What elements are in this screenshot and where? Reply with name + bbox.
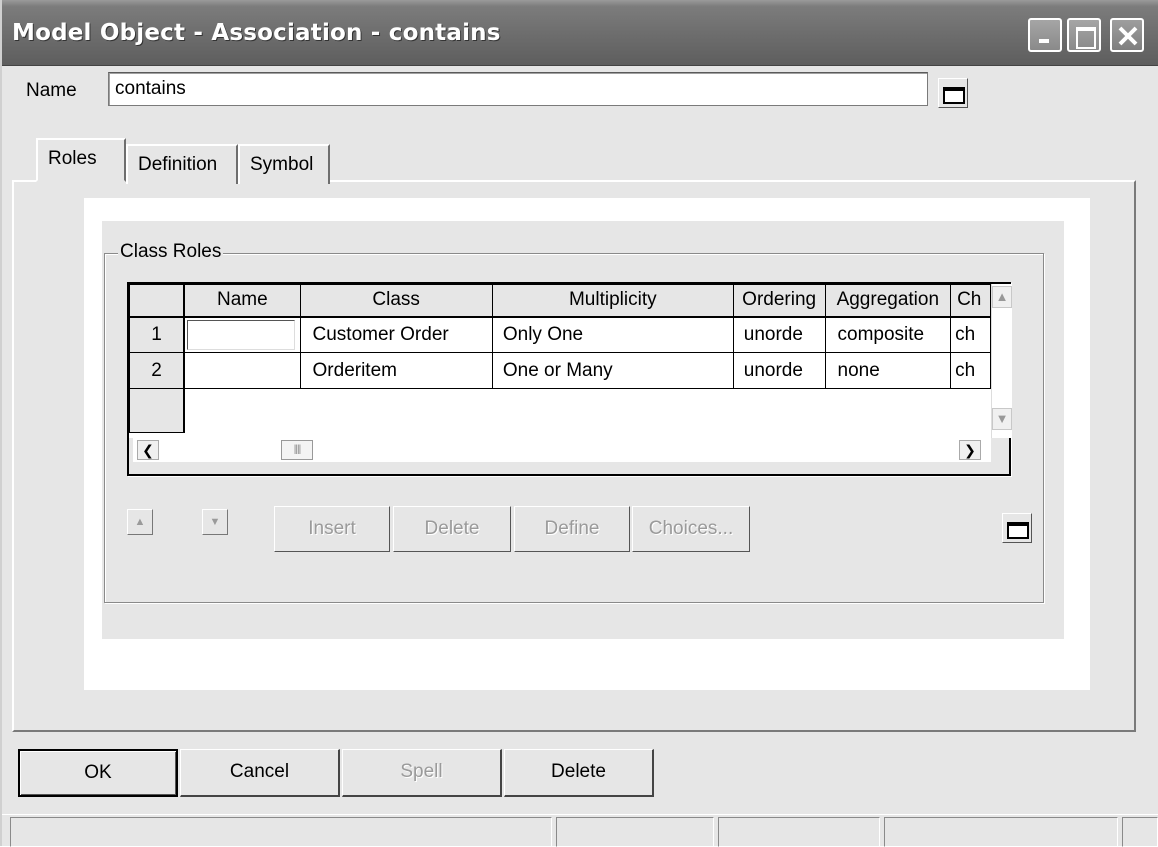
close-icon — [1118, 26, 1138, 46]
insert-button[interactable]: Insert — [274, 506, 390, 552]
name-expand-button[interactable] — [938, 78, 968, 108]
empty-row-cells — [184, 388, 991, 433]
cell-name[interactable] — [183, 352, 301, 389]
status-pane — [884, 817, 1118, 847]
delete-button[interactable]: Delete — [504, 749, 654, 797]
name-cell-editor[interactable] — [187, 319, 296, 350]
scroll-thumb[interactable]: |||| — [281, 440, 313, 460]
status-bar — [2, 814, 1158, 847]
choices-button[interactable]: Choices... — [632, 506, 750, 552]
delete-row-button[interactable]: Delete — [393, 506, 511, 552]
title-bar[interactable]: Model Object - Association - contains — [2, 0, 1158, 66]
column-header-ch[interactable]: Ch — [950, 284, 991, 318]
scroll-up-icon[interactable]: ▲ — [992, 286, 1012, 308]
name-label: Name — [26, 80, 77, 101]
cell-ch[interactable]: ch — [950, 352, 991, 389]
column-header-multiplicity[interactable]: Multiplicity — [491, 284, 734, 318]
define-button[interactable]: Define — [514, 506, 630, 552]
vertical-scrollbar[interactable]: ▲ ▼ — [991, 284, 1012, 438]
column-header-class[interactable]: Class — [299, 284, 493, 318]
tab-roles-label: Roles — [48, 148, 97, 169]
class-roles-grid[interactable]: Name Class Multiplicity Ordering Aggrega… — [127, 282, 1012, 476]
tab-roles[interactable]: Roles — [36, 138, 126, 182]
cell-class[interactable]: Customer Order — [299, 316, 493, 353]
move-down-button[interactable]: ▼ — [202, 509, 228, 535]
tab-definition-label: Definition — [138, 154, 218, 175]
scroll-right-icon[interactable]: ❯ — [959, 440, 981, 460]
table-row[interactable]: 1 Customer Order Only One unorde composi… — [129, 316, 991, 353]
cell-class[interactable]: Orderitem — [299, 352, 493, 389]
cell-ordering[interactable]: unorde — [732, 352, 826, 389]
column-header-name[interactable]: Name — [183, 284, 301, 318]
move-up-button[interactable]: ▲ — [127, 509, 153, 535]
grid-corner — [129, 284, 186, 318]
cell-multiplicity[interactable]: One or Many — [491, 352, 734, 389]
ok-button[interactable]: OK — [18, 749, 178, 797]
triangle-down-icon: ▼ — [209, 516, 221, 528]
tab-symbol-label: Symbol — [250, 154, 314, 175]
window-title: Model Object - Association - contains — [12, 20, 501, 46]
column-header-ordering[interactable]: Ordering — [732, 284, 826, 318]
triangle-up-icon: ▲ — [134, 516, 146, 528]
cell-ch[interactable]: ch — [950, 316, 991, 353]
maximize-button[interactable] — [1067, 18, 1101, 52]
horizontal-scrollbar[interactable]: ❮ |||| ❯ — [133, 438, 991, 462]
row-number[interactable]: 1 — [129, 316, 186, 353]
cancel-button[interactable]: Cancel — [180, 749, 340, 797]
cell-aggregation[interactable]: composite — [824, 316, 952, 353]
class-roles-title: Class Roles — [118, 241, 224, 263]
row-number-empty[interactable] — [129, 388, 186, 433]
tab-symbol[interactable]: Symbol — [238, 144, 330, 184]
status-pane — [556, 817, 714, 847]
table-header-row: Name Class Multiplicity Ordering Aggrega… — [129, 284, 991, 318]
spell-button[interactable]: Spell — [342, 749, 502, 797]
status-pane — [10, 817, 552, 847]
roles-table: Name Class Multiplicity Ordering Aggrega… — [129, 284, 991, 433]
status-pane — [718, 817, 880, 847]
close-button[interactable] — [1110, 18, 1144, 52]
cell-multiplicity[interactable]: Only One — [491, 316, 734, 353]
column-header-aggregation[interactable]: Aggregation — [824, 284, 952, 318]
minimize-button[interactable] — [1028, 18, 1062, 52]
grid-viewport: Name Class Multiplicity Ordering Aggrega… — [129, 284, 991, 438]
tab-definition[interactable]: Definition — [126, 144, 238, 184]
cell-ordering[interactable]: unorde — [732, 316, 826, 353]
row-number[interactable]: 2 — [129, 352, 186, 389]
table-row-empty[interactable] — [129, 388, 991, 433]
table-row[interactable]: 2 Orderitem One or Many unorde none ch — [129, 352, 991, 389]
scroll-down-icon[interactable]: ▼ — [992, 408, 1012, 430]
dialog-window: Model Object - Association - contains Na… — [0, 0, 1158, 847]
status-pane — [1122, 817, 1158, 847]
cell-name[interactable] — [183, 316, 301, 353]
scroll-left-icon[interactable]: ❮ — [137, 440, 159, 460]
name-input[interactable] — [108, 72, 928, 106]
cell-aggregation[interactable]: none — [824, 352, 952, 389]
grid-expand-button[interactable] — [1002, 513, 1032, 543]
